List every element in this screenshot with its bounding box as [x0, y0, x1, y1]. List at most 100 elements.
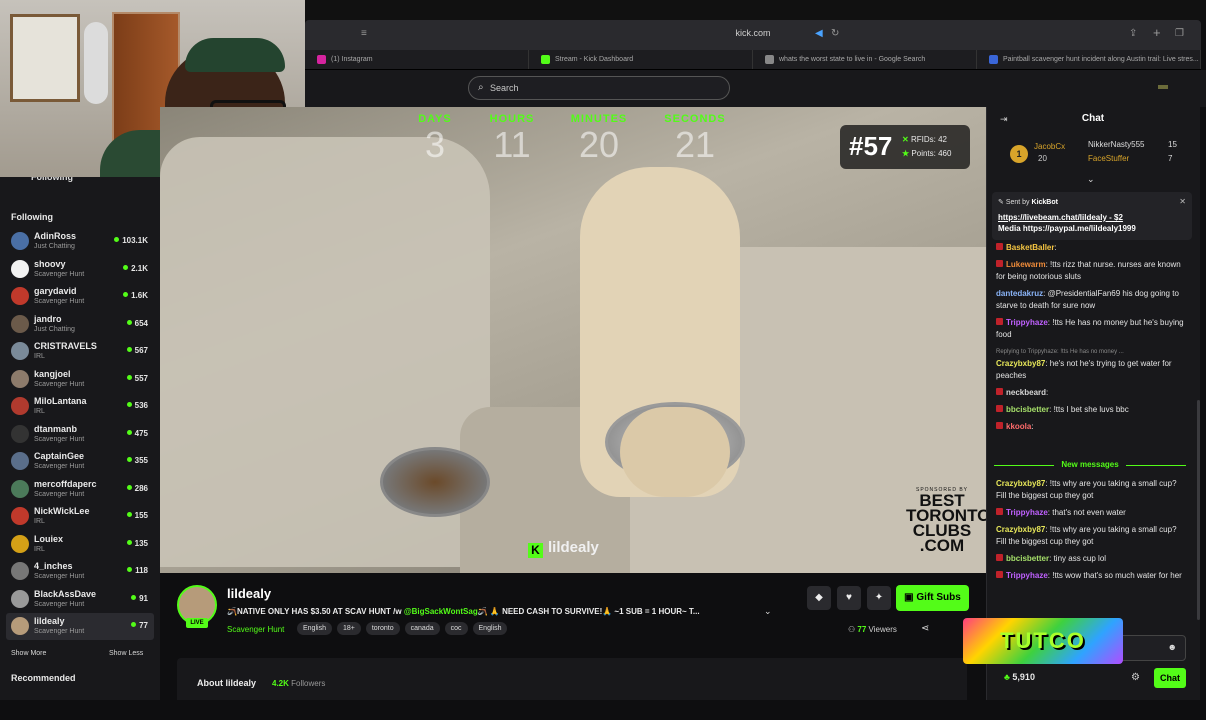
- sidebar-channel[interactable]: 4_inches Scavenger Hunt 118: [6, 558, 154, 585]
- rank-badge: 1: [1010, 145, 1028, 163]
- channel-category: IRL: [34, 545, 45, 553]
- expand-title-icon[interactable]: ⌄: [764, 606, 772, 617]
- viewer-count: 475: [127, 429, 148, 438]
- chat-scrollbar[interactable]: [1197, 400, 1200, 620]
- channel-category: IRL: [34, 518, 45, 525]
- gift-icon: ▣: [904, 592, 917, 603]
- address-bar[interactable]: ≡ kick.com ◀ ↻ ⇪ + ❐: [305, 20, 1201, 50]
- chat-messages: BasketBaller: Lukewarm: !tts rizz that nu…: [996, 242, 1186, 438]
- kick-icon: [541, 55, 550, 64]
- avatar: [11, 232, 29, 250]
- pinned-message[interactable]: ✎ Sent by KickBot https://livebeam.chat/…: [992, 192, 1192, 240]
- gifter-count: 15: [1168, 140, 1177, 149]
- chat-username[interactable]: bbcisbetter: [1006, 554, 1049, 563]
- chat-username[interactable]: BasketBaller: [1006, 243, 1054, 252]
- unpin-icon[interactable]: ✕: [1179, 197, 1186, 206]
- badge-icon: [996, 422, 1003, 429]
- timer-hours: HOURS 11: [489, 113, 535, 165]
- show-more-button[interactable]: Show More: [11, 650, 46, 657]
- chat-username[interactable]: bbcisbetter: [1006, 405, 1049, 414]
- chat-username[interactable]: kkoola: [1006, 422, 1031, 431]
- channel-points[interactable]: 5,910: [1004, 672, 1035, 682]
- gifter-name[interactable]: FaceStuffer: [1088, 154, 1129, 163]
- channel-name: garydavid: [34, 286, 77, 296]
- tag[interactable]: toronto: [365, 622, 400, 635]
- channel-category: Scavenger Hunt: [34, 435, 85, 443]
- show-less-button[interactable]: Show Less: [109, 650, 143, 657]
- video-player[interactable]: DAYS 3 HOURS 11 MINUTES 20 SECONDS 21 #57 ✕ …: [160, 107, 986, 573]
- avatar: [11, 342, 29, 360]
- tag[interactable]: canada: [404, 622, 440, 635]
- new-tab-icon[interactable]: +: [1153, 25, 1161, 40]
- kick-logo-icon: K: [528, 543, 543, 558]
- about-title: About lildealy: [197, 678, 257, 688]
- gift-subs-button[interactable]: ▣ Gift Subs: [896, 585, 969, 611]
- tag[interactable]: English: [297, 622, 332, 635]
- chat-username[interactable]: neckbeard: [1006, 388, 1046, 397]
- viewer-count: 118: [127, 566, 148, 575]
- viewer-count: 536: [127, 401, 148, 410]
- sidebar-channel[interactable]: BlackAssDave Scavenger Hunt 91: [6, 586, 154, 613]
- chat-text: : that's not even water: [1047, 508, 1126, 517]
- title-mention[interactable]: @BigSackWontSag: [404, 607, 478, 616]
- chat-message: Lukewarm: !tts rizz that nurse. nurses a…: [996, 259, 1186, 283]
- sidebar-channel[interactable]: lildealy Scavenger Hunt 77: [6, 613, 154, 640]
- chevron-down-icon[interactable]: ⌄: [1087, 174, 1095, 185]
- badge-icon: [996, 318, 1003, 325]
- emoji-icon[interactable]: ☻: [1168, 642, 1177, 652]
- chat-username[interactable]: Crazybxby87: [996, 359, 1045, 368]
- tag[interactable]: coc: [444, 622, 468, 635]
- audio-icon[interactable]: ◀: [815, 28, 823, 39]
- sidebar-channel[interactable]: mercoffdaperc Scavenger Hunt 286: [6, 476, 154, 503]
- url-text: kick.com: [735, 28, 771, 38]
- sidebar-channel[interactable]: AdinRoss Just Chatting 103.1K: [6, 228, 154, 255]
- sidebar-channel[interactable]: jandro Just Chatting 654: [6, 311, 154, 338]
- tab-kick-dashboard[interactable]: Stream - Kick Dashboard: [529, 50, 753, 69]
- chat-text: :: [1046, 388, 1049, 397]
- sidebar-channel[interactable]: NickWickLee IRL 155: [6, 503, 154, 530]
- chat-message: dantedakruz: @PresidentialFan69 his dog …: [996, 288, 1186, 312]
- reload-icon[interactable]: ↻: [831, 28, 839, 39]
- chat-username[interactable]: dantedakruz: [996, 289, 1043, 298]
- tag[interactable]: 18+: [336, 622, 361, 635]
- tab-instagram[interactable]: (1) Instagram: [305, 50, 529, 69]
- clip-button[interactable]: ✦: [867, 586, 891, 610]
- sidebar-channel[interactable]: dtanmanb Scavenger Hunt 475: [6, 421, 154, 448]
- tab-news-article[interactable]: Paintball scavenger hunt incident along …: [977, 50, 1201, 69]
- stream-category[interactable]: Scavenger Hunt: [227, 625, 284, 634]
- avatar: [11, 589, 29, 608]
- sidebar-channel[interactable]: MiloLantana IRL 536: [6, 393, 154, 420]
- avatar: [11, 314, 29, 333]
- tabs-overview-icon[interactable]: ❐: [1175, 28, 1184, 39]
- channel-name[interactable]: lildealy: [227, 586, 271, 601]
- chat-username[interactable]: Crazybxby87: [996, 525, 1045, 534]
- sidebar-channel[interactable]: shoovy Scavenger Hunt 2.1K: [6, 256, 154, 283]
- stream-title: 🪃NATIVE ONLY HAS $3.50 AT SCAV HUNT /w @…: [227, 607, 700, 616]
- chat-username[interactable]: Trippyhaze: [1006, 318, 1048, 327]
- chat-text: : tiny ass cup lol: [1049, 554, 1107, 563]
- follow-button[interactable]: ♥: [837, 586, 861, 610]
- gifter-name[interactable]: JacobCx: [1034, 142, 1065, 151]
- sidebar-channel[interactable]: CRISTRAVELS IRL 567: [6, 338, 154, 365]
- chat-username[interactable]: Trippyhaze: [1006, 571, 1048, 580]
- share-icon[interactable]: ⇪: [1129, 28, 1137, 39]
- chat-username[interactable]: Crazybxby87: [996, 479, 1045, 488]
- badge-icon: [996, 388, 1003, 395]
- sidebar-channel[interactable]: CaptainGee Scavenger Hunt 355: [6, 448, 154, 475]
- notification-bell-button[interactable]: ◆: [807, 586, 831, 610]
- sidebar-channel[interactable]: Louiex IRL 135: [6, 531, 154, 558]
- chat-username[interactable]: Trippyhaze: [1006, 508, 1048, 517]
- gear-icon[interactable]: ⚙: [1131, 672, 1140, 683]
- send-chat-button[interactable]: Chat: [1154, 668, 1186, 688]
- search-input[interactable]: ⌕ Search: [468, 76, 730, 100]
- menu-icon[interactable]: [1158, 85, 1168, 89]
- gifter-name[interactable]: NikkerNasty555: [1088, 140, 1144, 149]
- sidebar-channel[interactable]: garydavid Scavenger Hunt 1.6K: [6, 283, 154, 310]
- sidebar-channel[interactable]: kangjoel Scavenger Hunt 557: [6, 366, 154, 393]
- about-section: About lildealy 4.2K Followers: [177, 658, 967, 700]
- tag[interactable]: English: [472, 622, 508, 635]
- chat-username[interactable]: Lukewarm: [1006, 260, 1046, 269]
- tab-google-search[interactable]: whats the worst state to live in - Googl…: [753, 50, 977, 69]
- share-stream-icon[interactable]: ⋖: [921, 623, 929, 634]
- channel-name: AdinRoss: [34, 231, 77, 241]
